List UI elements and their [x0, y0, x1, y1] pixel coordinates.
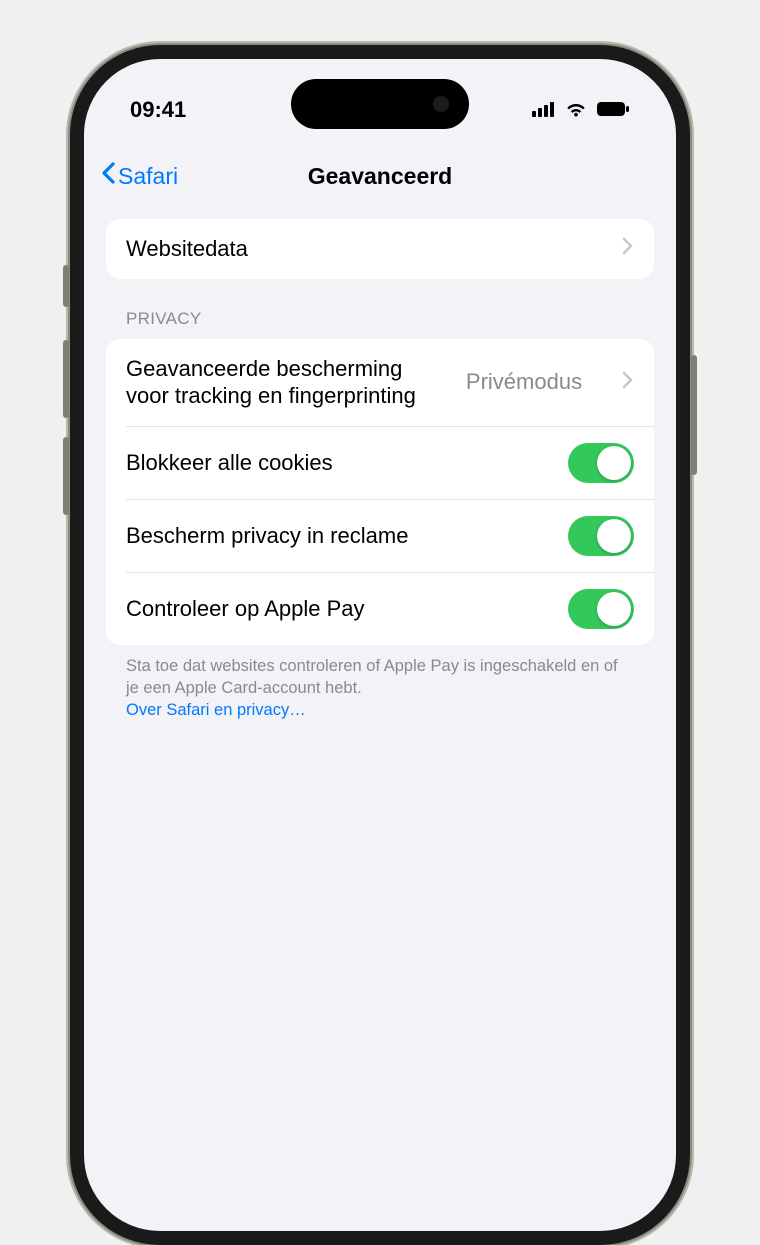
privacy-group: Geavanceerde bescherming voor tracking e…	[106, 339, 654, 645]
privacy-footer: Sta toe dat websites controleren of Appl…	[106, 645, 654, 722]
back-label: Safari	[118, 163, 178, 190]
block-cookies-label: Blokkeer alle cookies	[126, 449, 333, 477]
block-cookies-toggle[interactable]	[568, 443, 634, 483]
power-button	[691, 355, 697, 475]
cellular-icon	[532, 97, 556, 123]
nav-bar: Safari Geavanceerd	[84, 151, 676, 201]
chevron-left-icon	[100, 161, 116, 191]
back-button[interactable]: Safari	[100, 161, 178, 191]
websitedata-row[interactable]: Websitedata	[106, 219, 654, 279]
tracking-protection-row[interactable]: Geavanceerde bescherming voor tracking e…	[106, 339, 654, 426]
ad-privacy-label: Bescherm privacy in reclame	[126, 522, 408, 550]
volume-up-button	[63, 340, 69, 418]
screen: 09:41 Safari Geavanceerd	[84, 59, 676, 1231]
wifi-icon	[564, 97, 588, 123]
websitedata-label: Websitedata	[126, 235, 248, 263]
tracking-protection-value: Privémodus	[466, 369, 582, 395]
privacy-footer-text: Sta toe dat websites controleren of Appl…	[126, 657, 618, 697]
ad-privacy-row: Bescherm privacy in reclame	[126, 499, 654, 572]
status-time: 09:41	[130, 97, 186, 123]
apple-pay-toggle[interactable]	[568, 589, 634, 629]
block-cookies-row: Blokkeer alle cookies	[126, 426, 654, 499]
websitedata-group: Websitedata	[106, 219, 654, 279]
tracking-protection-label: Geavanceerde bescherming voor tracking e…	[126, 355, 426, 410]
dynamic-island	[291, 79, 469, 129]
ad-privacy-toggle[interactable]	[568, 516, 634, 556]
apple-pay-row: Controleer op Apple Pay	[126, 572, 654, 645]
chevron-right-icon	[622, 237, 634, 260]
iphone-frame: 09:41 Safari Geavanceerd	[70, 45, 690, 1245]
page-title: Geavanceerd	[308, 163, 452, 190]
apple-pay-label: Controleer op Apple Pay	[126, 595, 365, 623]
side-button	[63, 265, 69, 307]
chevron-right-icon	[622, 371, 634, 394]
volume-down-button	[63, 437, 69, 515]
battery-icon	[596, 97, 630, 123]
privacy-header: PRIVACY	[106, 279, 654, 339]
privacy-link[interactable]: Over Safari en privacy…	[126, 701, 306, 719]
